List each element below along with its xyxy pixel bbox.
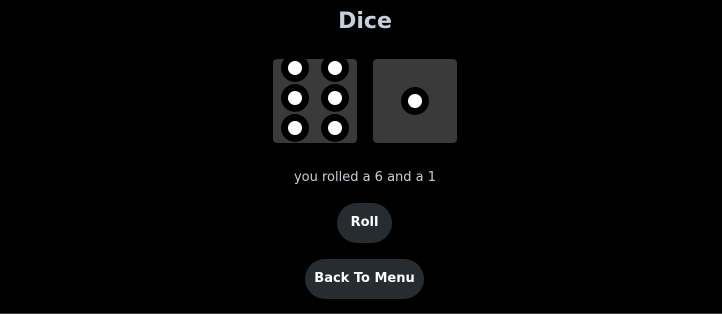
pip: [321, 59, 349, 82]
pip: [321, 84, 349, 112]
roll-button[interactable]: Roll: [337, 203, 392, 243]
pip: [281, 59, 309, 82]
pip: [281, 114, 309, 142]
back-to-menu-button[interactable]: Back To Menu: [305, 259, 424, 299]
die-one: [273, 59, 357, 143]
dice-game-screen: Dice you rolled a 6 and a 1 Roll Back To…: [0, 0, 722, 314]
pip: [321, 114, 349, 142]
page-title: Dice: [338, 9, 392, 34]
die-two: [373, 59, 457, 143]
pip: [281, 84, 309, 112]
pip: [401, 87, 429, 115]
roll-result-text: you rolled a 6 and a 1: [293, 170, 437, 185]
